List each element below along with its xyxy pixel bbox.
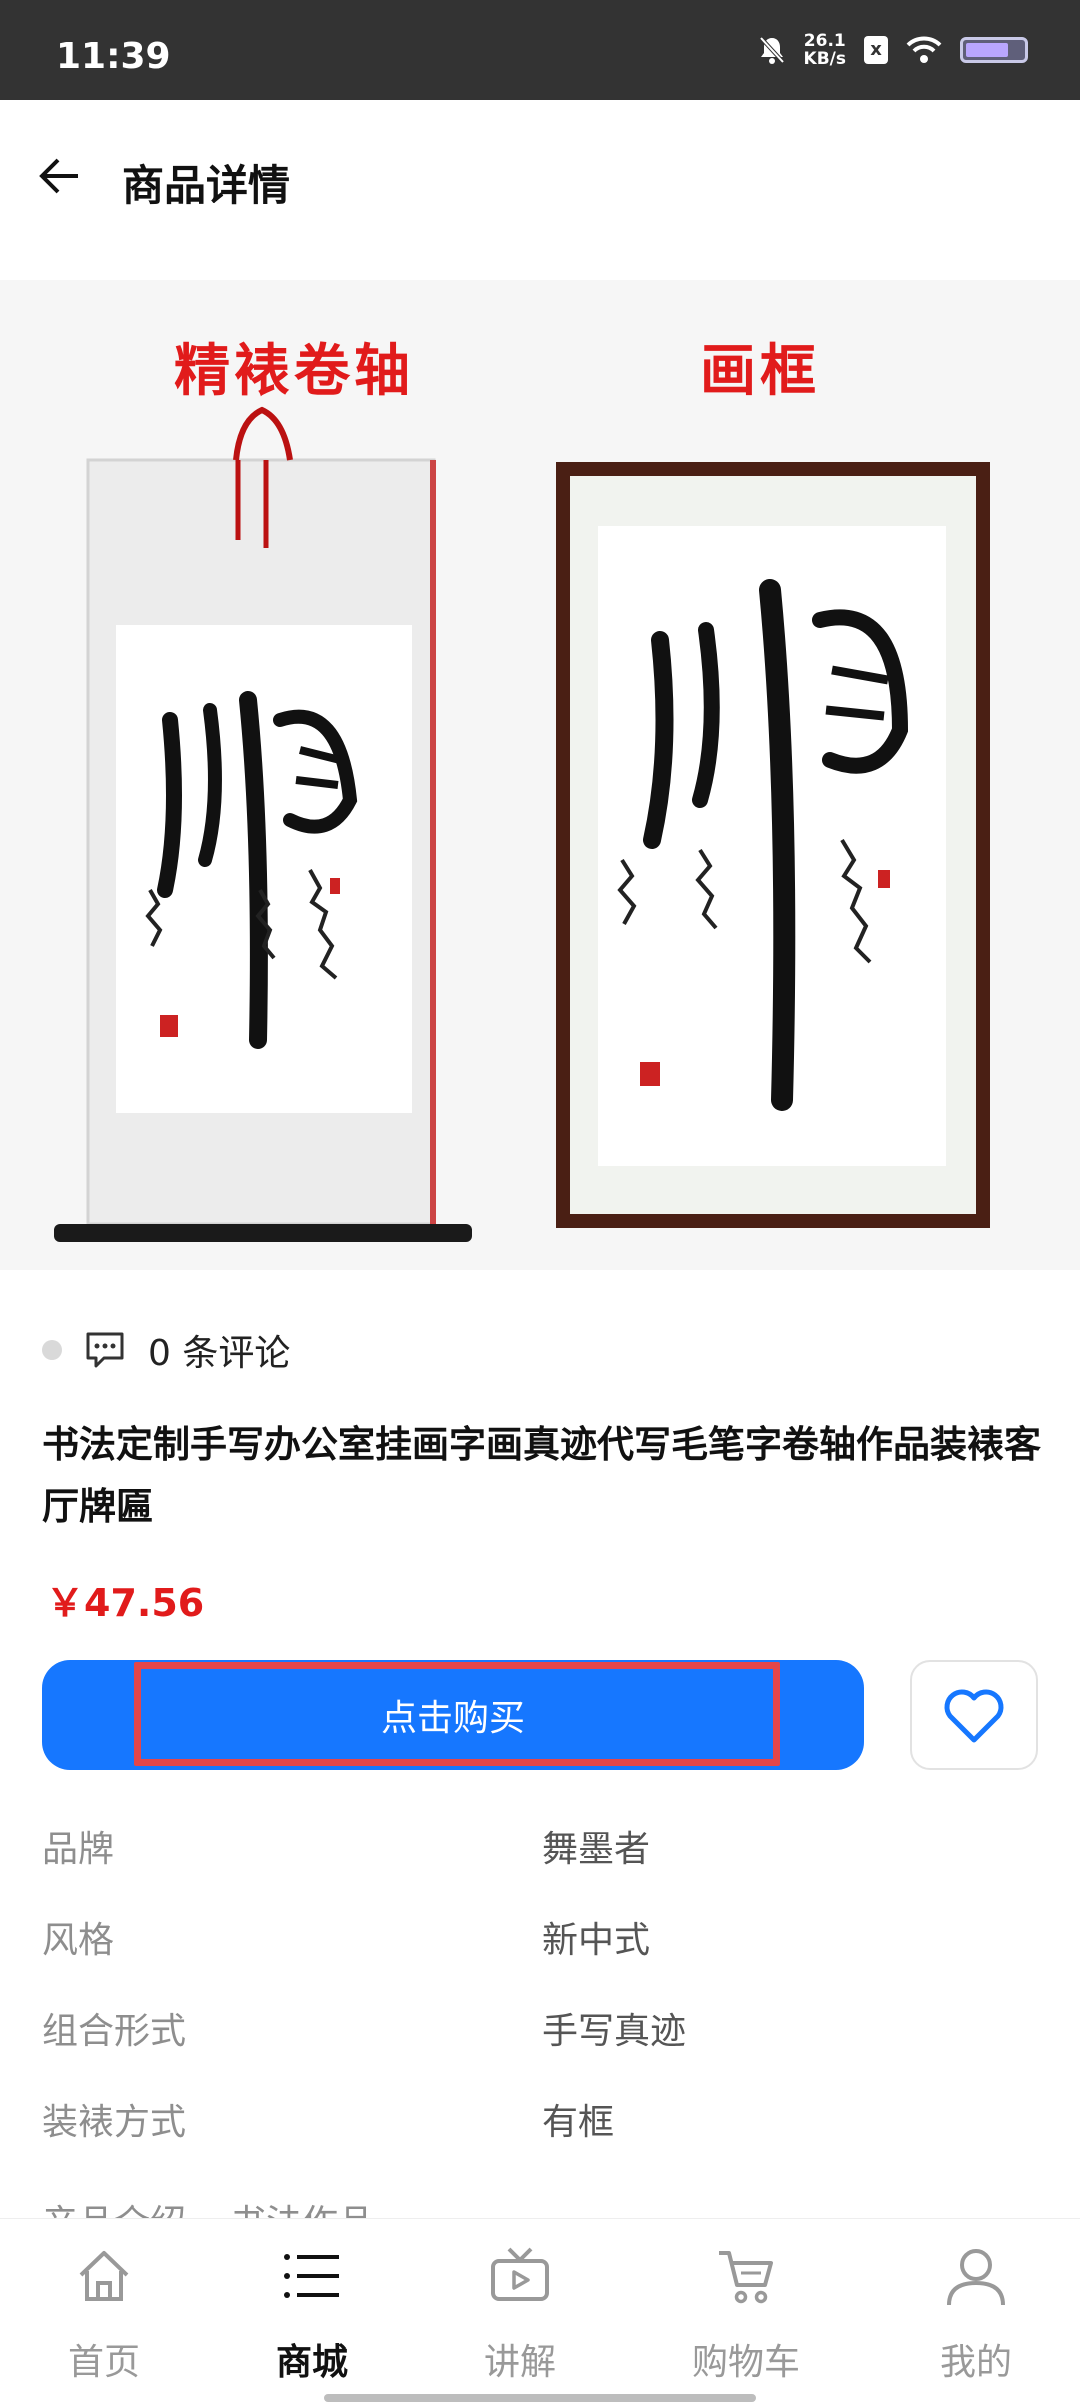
spec-row: 风格 新中式: [42, 1911, 1042, 2002]
bottom-tab-bar: 首页 商城 讲解 购物车 我的: [0, 2218, 1080, 2408]
battery-level: [966, 43, 1008, 57]
status-bar: 11:39 26.1 KB/s x: [0, 0, 1080, 100]
spec-label: 产品介绍: [42, 2194, 186, 2218]
heart-icon: [944, 1689, 1004, 1743]
reviews-row[interactable]: 0 条评论: [42, 1320, 290, 1380]
tab-profile-label: 我的: [939, 2342, 1012, 2383]
status-icons: 26.1 KB/s x: [758, 32, 1028, 68]
list-icon: [284, 2254, 339, 2298]
spec-row: 组合形式 手写真迹: [42, 2002, 1042, 2093]
arrow-left-icon[interactable]: [36, 152, 84, 200]
net-speed-unit: KB/s: [803, 49, 846, 69]
tab-explain[interactable]: 讲解: [420, 2245, 620, 2385]
tab-profile[interactable]: 我的: [876, 2245, 1076, 2385]
buy-button[interactable]: 点击购买: [42, 1660, 864, 1770]
cart-icon: [719, 2251, 773, 2304]
net-speed-value: 26.1: [803, 31, 846, 51]
product-title: 书法定制手写办公室挂画字画真迹代写毛笔字卷轴作品装裱客厅牌匾: [42, 1423, 1041, 1528]
tab-mall[interactable]: 商城: [212, 2245, 412, 2385]
tab-cart-label: 购物车: [691, 2342, 800, 2383]
product-image[interactable]: 精裱卷轴 画框: [0, 280, 1080, 1270]
spec-label: 装裱方式: [42, 2102, 187, 2143]
spec-label: 组合形式: [42, 2011, 187, 2052]
favorite-button[interactable]: [910, 1660, 1038, 1770]
spec-row-partial: 产品介绍 书法作品: [0, 2190, 1080, 2218]
bell-muted-icon: [759, 36, 785, 64]
battery-icon: [960, 37, 1028, 63]
spec-value: 有框: [542, 2102, 615, 2143]
home-icon: [79, 2251, 129, 2301]
reviews-count: 0 条评论: [148, 1333, 291, 1374]
comment-icon: [86, 1332, 124, 1368]
spec-value: 手写真迹: [542, 2011, 687, 2052]
spec-row: 装裱方式 有框: [42, 2093, 1042, 2184]
net-speed: 26.1 KB/s: [804, 32, 846, 68]
page-title: 商品详情: [122, 161, 291, 210]
tab-home[interactable]: 首页: [4, 2245, 204, 2385]
user-icon: [947, 2249, 1005, 2306]
tab-explain-label: 讲解: [483, 2342, 556, 2383]
spec-row: 品牌 舞墨者: [42, 1820, 1042, 1911]
wifi-icon: [906, 36, 942, 63]
status-time: 11:39: [56, 36, 171, 77]
tv-icon: [491, 2247, 549, 2301]
status-dot: [42, 1340, 62, 1360]
spec-table: 品牌 舞墨者 风格 新中式 组合形式 手写真迹 装裱方式 有框: [42, 1820, 1042, 2184]
app-header: 商品详情: [0, 100, 1080, 260]
home-indicator: [324, 2394, 756, 2402]
calligraphy-scroll-illustration: [54, 406, 990, 1242]
tab-home-label: 首页: [67, 2342, 140, 2383]
spec-value: 新中式: [542, 1920, 651, 1961]
product-price: ￥47.56: [46, 1581, 205, 1625]
spec-value: 舞墨者: [542, 1829, 651, 1870]
spec-label: 风格: [42, 1920, 115, 1961]
tab-cart[interactable]: 购物车: [646, 2245, 846, 2385]
spec-label: 品牌: [42, 1829, 115, 1870]
tab-mall-label: 商城: [275, 2342, 348, 2383]
sim-badge-icon: x: [864, 36, 888, 64]
spec-value: 书法作品: [230, 2194, 374, 2218]
